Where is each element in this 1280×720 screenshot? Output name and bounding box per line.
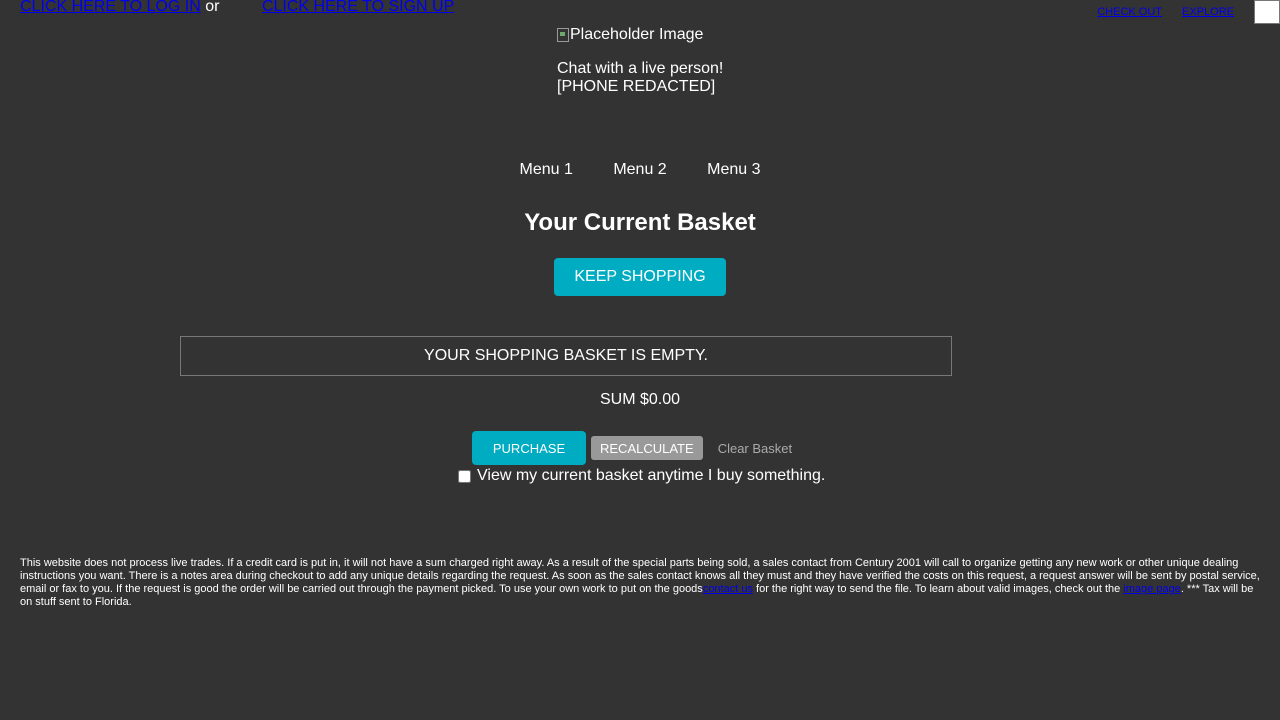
menu-item-3[interactable]: Menu 3 (707, 160, 760, 180)
disclaimer-text: This website does not process live trade… (20, 557, 1260, 609)
purchase-button[interactable]: PURCHASE (472, 431, 586, 465)
keep-shopping-button[interactable]: KEEP SHOPPING (554, 258, 726, 296)
sum-row: SUM $0.00 (0, 391, 1280, 409)
signup-link[interactable]: CLICK HERE TO SIGN UP (262, 0, 454, 15)
chat-text: Chat with a live person! (557, 60, 724, 77)
broken-image-icon (557, 28, 569, 42)
main-menu: Menu 1 Menu 2 Menu 3 (0, 160, 1280, 180)
phone-number: [PHONE REDACTED] (557, 78, 716, 95)
auth-links: CLICK HERE TO LOG IN or CLICK HERE TO SI… (20, 0, 454, 16)
explore-link[interactable]: EXPLORE (1182, 7, 1234, 18)
page-title: Your Current Basket (524, 209, 756, 236)
contact-block: Placeholder Image Chat with a live perso… (557, 26, 723, 96)
checkout-link[interactable]: CHECK OUT (1097, 7, 1162, 18)
placeholder-image: Placeholder Image (557, 26, 723, 44)
or-text: or (205, 0, 220, 15)
image-page-link[interactable]: image page (1123, 583, 1181, 595)
recalculate-button[interactable]: RECALCULATE (591, 436, 703, 460)
placeholder-image-alt: Placeholder Image (570, 26, 704, 43)
cart-icon[interactable] (1254, 0, 1280, 24)
view-basket-label: View my current basket anytime I buy som… (477, 467, 826, 484)
clear-basket-button[interactable]: Clear Basket (709, 436, 801, 460)
menu-item-1[interactable]: Menu 1 (519, 160, 572, 180)
top-right-nav: CHECK OUT EXPLORE (1097, 0, 1280, 26)
contact-us-link[interactable]: contact us (703, 583, 753, 595)
basket-sum: SUM $0.00 (599, 391, 681, 408)
disclaimer-part-2: for the right way to send the file. To l… (756, 583, 1121, 595)
login-link[interactable]: CLICK HERE TO LOG IN (20, 0, 201, 15)
menu-item-2[interactable]: Menu 2 (613, 160, 666, 180)
view-basket-checkbox[interactable] (458, 469, 471, 483)
basket-actions: PURCHASE RECALCULATE Clear Basket (472, 431, 801, 465)
view-basket-option: View my current basket anytime I buy som… (458, 466, 825, 486)
empty-basket-message: YOUR SHOPPING BASKET IS EMPTY. (180, 336, 952, 376)
